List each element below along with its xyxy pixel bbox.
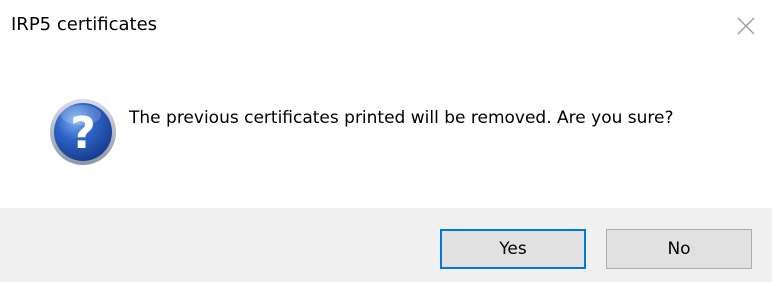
- title-bar[interactable]: IRP5 certificates: [0, 0, 772, 52]
- yes-button[interactable]: Yes: [440, 229, 586, 269]
- message-dialog: IRP5 certificates ? The previous certifi…: [0, 0, 772, 282]
- no-button[interactable]: No: [606, 229, 752, 269]
- button-area: Yes No: [0, 208, 772, 282]
- question-icon: ?: [48, 97, 118, 167]
- close-icon: [737, 17, 755, 35]
- svg-text:?: ?: [70, 108, 96, 159]
- message-text: The previous certificates printed will b…: [129, 108, 674, 128]
- close-button[interactable]: [720, 0, 772, 52]
- dialog-content: ? The previous certificates printed will…: [0, 52, 772, 208]
- window-title: IRP5 certificates: [11, 14, 158, 35]
